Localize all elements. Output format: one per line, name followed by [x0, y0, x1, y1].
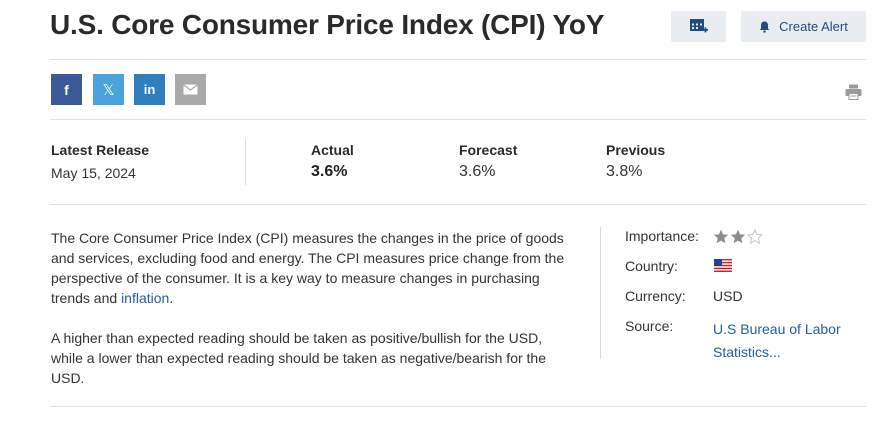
- vertical-divider: [600, 227, 601, 359]
- divider: [50, 204, 866, 205]
- add-to-calendar-button[interactable]: [671, 11, 726, 42]
- currency-value: USD: [713, 288, 743, 304]
- latest-release-date: May 15, 2024: [51, 165, 136, 181]
- description-paragraph: A higher than expected reading should be…: [51, 330, 546, 386]
- country-label: Country:: [625, 258, 678, 274]
- importance-label: Importance:: [625, 228, 699, 244]
- twitter-share-button[interactable]: 𝕏: [93, 74, 124, 105]
- divider: [50, 119, 866, 120]
- description: The Core Consumer Price Index (CPI) meas…: [51, 228, 571, 408]
- forecast-value: 3.6%: [459, 163, 496, 180]
- calendar-add-icon: [689, 19, 708, 33]
- facebook-share-button[interactable]: f: [51, 74, 82, 105]
- star-empty-icon: [747, 229, 763, 244]
- importance-rating: [713, 229, 763, 244]
- create-alert-label: Create Alert: [779, 19, 848, 34]
- page-title: U.S. Core Consumer Price Index (CPI) YoY: [50, 9, 605, 40]
- forecast-label: Forecast: [459, 142, 518, 158]
- us-flag-icon: [714, 259, 732, 277]
- printer-icon: [845, 84, 862, 100]
- envelope-icon: [183, 84, 198, 95]
- previous-label: Previous: [606, 142, 666, 158]
- vertical-divider: [245, 139, 246, 185]
- source-link-line: U.S Bureau of Labor: [713, 321, 841, 337]
- divider: [50, 406, 866, 407]
- actual-value: 3.6%: [311, 163, 348, 180]
- print-button[interactable]: [845, 84, 862, 105]
- divider: [50, 59, 866, 60]
- star-filled-icon: [713, 229, 729, 244]
- email-share-button[interactable]: [175, 74, 206, 105]
- bell-icon: [759, 21, 770, 33]
- linkedin-icon: in: [143, 82, 156, 97]
- inflation-link[interactable]: inflation: [121, 290, 169, 306]
- previous-value: 3.8%: [606, 163, 643, 180]
- facebook-icon: f: [64, 81, 69, 98]
- linkedin-share-button[interactable]: in: [134, 74, 165, 105]
- source-link[interactable]: U.S Bureau of Labor Statistics...: [713, 318, 841, 364]
- description-paragraph: The Core Consumer Price Index (CPI) meas…: [51, 228, 571, 308]
- source-label: Source:: [625, 318, 674, 334]
- currency-label: Currency:: [625, 288, 686, 304]
- create-alert-button[interactable]: Create Alert: [741, 11, 866, 42]
- description-text-end: .: [169, 290, 174, 306]
- source-link-line: Statistics...: [713, 344, 781, 360]
- x-twitter-icon: 𝕏: [102, 81, 115, 99]
- latest-release-label: Latest Release: [51, 142, 150, 158]
- actual-label: Actual: [311, 142, 354, 158]
- star-filled-icon: [730, 229, 746, 244]
